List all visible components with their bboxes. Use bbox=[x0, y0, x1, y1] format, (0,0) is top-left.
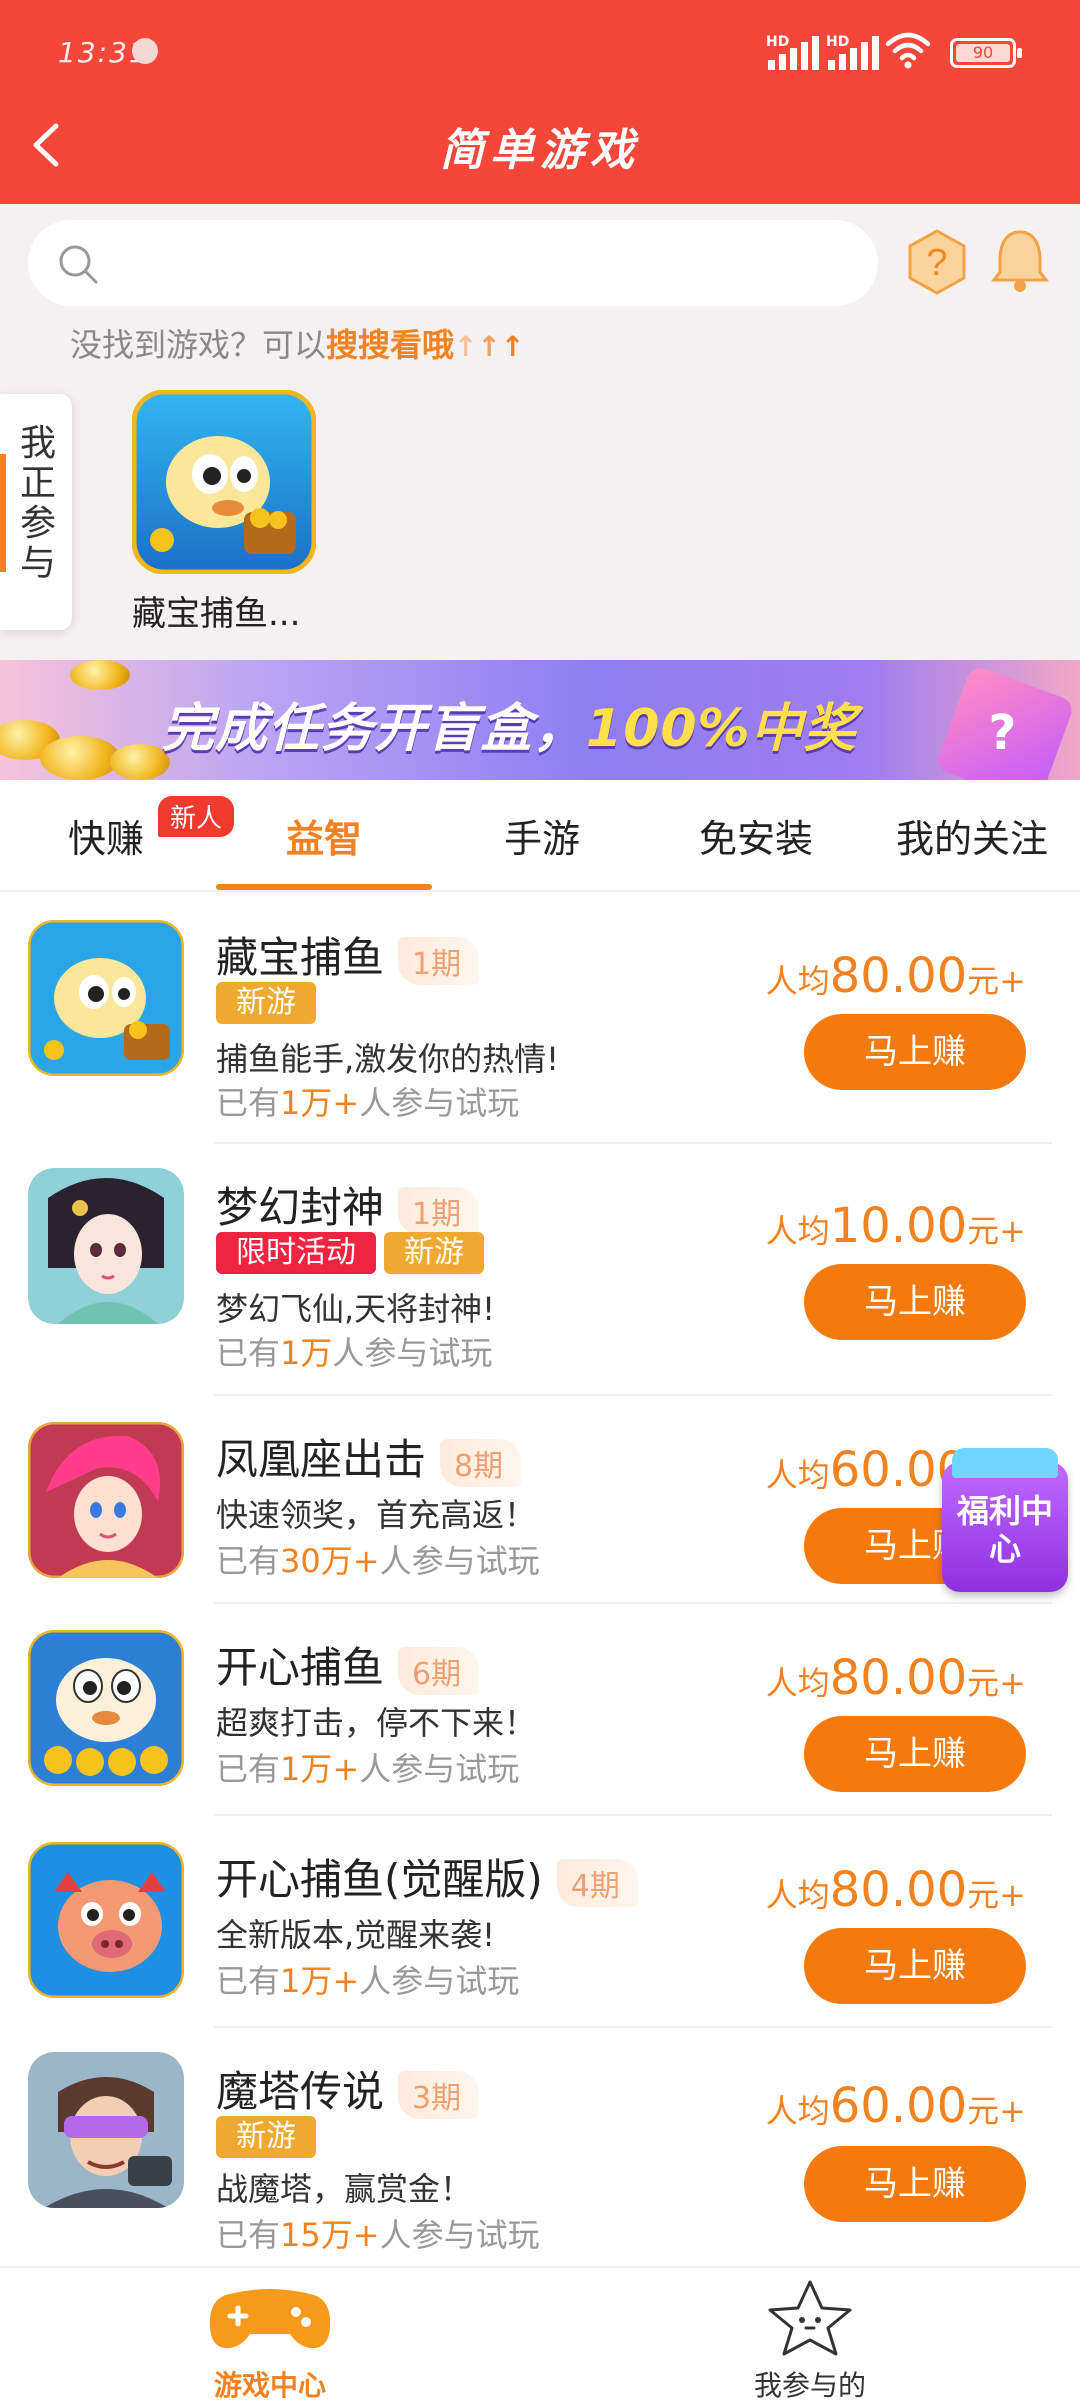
svg-text:?: ? bbox=[926, 242, 947, 284]
game-row[interactable]: 魔塔传说 3期 新游 战魔塔，赢赏金！ 已有15万+人参与试玩 人均60.00元+… bbox=[0, 2028, 1080, 2264]
mystery-box-icon: ? bbox=[934, 664, 1076, 780]
promo-banner[interactable]: 完成任务开盲盒，100%中奖 ? bbox=[0, 660, 1080, 780]
game-players: 已有1万+人参与试玩 bbox=[216, 1750, 520, 1788]
category-tabs: 快赚 新人 益智 手游 免安装 我的关注 bbox=[0, 780, 1080, 892]
bell-icon[interactable] bbox=[988, 226, 1052, 296]
tab-mobile-games[interactable]: 手游 bbox=[442, 808, 642, 863]
arrow-up-icon: ↑ bbox=[477, 330, 501, 363]
help-icon[interactable]: ? bbox=[906, 228, 968, 296]
game-name: 魔塔传说 3期 bbox=[216, 2058, 480, 2119]
welfare-center-button[interactable]: 福利中心 bbox=[942, 1448, 1068, 1592]
game-players: 已有1万+人参与试玩 bbox=[216, 1084, 520, 1122]
page-title: 简单游戏 bbox=[440, 125, 640, 176]
game-row[interactable]: 开心捕鱼 6期 超爽打击，停不下来！ 已有1万+人参与试玩 人均80.00元+ 马… bbox=[0, 1604, 1080, 1816]
tab-no-install[interactable]: 免安装 bbox=[656, 808, 856, 863]
recent-game-label: 藏宝捕鱼... bbox=[132, 594, 301, 634]
reward-amount: 人均60.00元+ bbox=[765, 2078, 1026, 2134]
nav-game-center[interactable]: 游戏中心 bbox=[160, 2278, 380, 2400]
game-players: 已有1万+人参与试玩 bbox=[216, 1962, 520, 2000]
arrow-up-icon: ↑ bbox=[454, 330, 478, 363]
golden-puffer-fish-icon bbox=[28, 920, 184, 1076]
arrow-up-icon: ↑ bbox=[500, 330, 525, 363]
limited-event-tag: 限时活动 bbox=[216, 1232, 376, 1274]
search-icon bbox=[59, 245, 98, 284]
new-game-tag: 新游 bbox=[216, 2116, 316, 2158]
period-badge: 1期 bbox=[398, 936, 480, 985]
period-badge: 8期 bbox=[440, 1438, 522, 1487]
reward-amount: 人均80.00元+ bbox=[765, 948, 1026, 1004]
earn-now-button[interactable]: 马上赚 bbox=[804, 2146, 1026, 2222]
earn-now-button[interactable]: 马上赚 bbox=[804, 1716, 1026, 1792]
new-game-tag: 新游 bbox=[216, 982, 316, 1024]
new-game-tag: 新游 bbox=[384, 1232, 484, 1274]
joined-side-tab-label: 我正参与 bbox=[19, 423, 56, 584]
signal-icon bbox=[768, 36, 823, 70]
reward-amount: 人均80.00元+ bbox=[765, 1650, 1026, 1706]
game-description: 战魔塔，赢赏金！ bbox=[216, 2170, 473, 2208]
recent-game-item[interactable]: 藏宝捕鱼... bbox=[131, 389, 322, 634]
game-description: 捕鱼能手,激发你的热情! bbox=[216, 1040, 560, 1078]
nav-my-participation[interactable]: 我参与的 bbox=[700, 2278, 920, 2400]
hint-text: 没找到游戏？可以 bbox=[70, 326, 327, 364]
period-badge: 6期 bbox=[398, 1646, 480, 1695]
joined-side-tab[interactable]: 我正参与 bbox=[0, 394, 72, 630]
period-badge: 4期 bbox=[556, 1858, 638, 1907]
period-badge: 3期 bbox=[398, 2070, 480, 2119]
game-row[interactable]: 开心捕鱼(觉醒版) 4期 全新版本,觉醒来袭! 已有1万+人参与试玩 人均80.0… bbox=[0, 1816, 1080, 2028]
game-players: 已有1万人参与试玩 bbox=[216, 1334, 493, 1372]
game-players: 已有15万+人参与试玩 bbox=[216, 2216, 540, 2254]
earn-now-button[interactable]: 马上赚 bbox=[804, 1014, 1026, 1090]
new-user-badge: 新人 bbox=[158, 796, 235, 837]
tab-my-follows[interactable]: 我的关注 bbox=[872, 808, 1072, 863]
battery-icon: 90 bbox=[950, 38, 1022, 68]
reward-amount: 人均80.00元+ bbox=[765, 1862, 1026, 1918]
reward-amount: 人均10.00元+ bbox=[765, 1198, 1026, 1254]
notification-app-icon bbox=[132, 38, 158, 64]
pig-fish-icon bbox=[28, 1842, 184, 1998]
nav-my-participation-label: 我参与的 bbox=[753, 2369, 866, 2400]
tab-puzzle[interactable]: 益智 bbox=[224, 808, 424, 863]
search-hint: 没找到游戏？可以搜搜看哦↑↑↑ bbox=[70, 320, 524, 366]
game-name: 开心捕鱼 6期 bbox=[216, 1634, 480, 1695]
wifi-icon bbox=[885, 32, 931, 69]
game-row[interactable]: 凤凰座出击8期 快速领奖，首充高返！ 已有30万+人参与试玩 人均60.00元+… bbox=[0, 1396, 1080, 1604]
golden-puffer-fish-icon bbox=[131, 389, 317, 575]
game-description: 超爽打击，停不下来！ bbox=[216, 1704, 537, 1742]
game-players: 已有30万+人参与试玩 bbox=[216, 1542, 540, 1580]
game-name: 凤凰座出击 8期 bbox=[216, 1426, 522, 1487]
earn-now-button[interactable]: 马上赚 bbox=[804, 1928, 1026, 2004]
status-bar: 13:31 HD HD 90 bbox=[0, 0, 1080, 108]
search-area: ? 没找到游戏？可以搜搜看哦↑↑↑ 我正参与 藏宝捕鱼... bbox=[0, 204, 1080, 660]
gamepad-icon bbox=[209, 2289, 331, 2349]
game-name: 藏宝捕鱼 1期 bbox=[216, 924, 480, 985]
game-description: 全新版本,觉醒来袭! bbox=[216, 1916, 496, 1954]
nav-game-center-label: 游戏中心 bbox=[213, 2369, 326, 2400]
period-badge: 1期 bbox=[398, 1186, 480, 1235]
star-face-icon bbox=[768, 2280, 852, 2356]
game-row[interactable]: 梦幻封神 1期 限时活动 新游 梦幻飞仙,天将封神! 已有1万人参与试玩 人均10.… bbox=[0, 1144, 1080, 1396]
search-input[interactable] bbox=[28, 220, 878, 306]
banner-title: 完成任务开盲盒，100%中奖 bbox=[162, 699, 857, 759]
signal-icon-2 bbox=[828, 36, 883, 70]
pink-hair-hero-icon bbox=[28, 1422, 184, 1578]
fantasy-girl-icon bbox=[28, 1168, 184, 1324]
top-bar: 13:31 HD HD 90 简单游戏 bbox=[0, 0, 1080, 204]
game-name: 开心捕鱼(觉醒版) 4期 bbox=[216, 1846, 638, 1907]
game-row[interactable]: 藏宝捕鱼 1期 新游 捕鱼能手,激发你的热情! 已有1万+人参与试玩 人均80.0… bbox=[0, 894, 1080, 1144]
blue-puffer-fish-icon bbox=[28, 1630, 184, 1786]
game-description: 梦幻飞仙,天将封神! bbox=[216, 1290, 496, 1328]
welfare-center-label: 福利中心 bbox=[956, 1492, 1053, 1568]
hint-search-link[interactable]: 搜搜看哦 bbox=[326, 326, 454, 364]
bottom-nav: 游戏中心 我参与的 bbox=[0, 2266, 1080, 2400]
game-name: 梦幻封神 1期 bbox=[216, 1174, 480, 1235]
battery-level: 90 bbox=[972, 43, 994, 62]
tower-warrior-icon bbox=[28, 2052, 184, 2208]
earn-now-button[interactable]: 马上赚 bbox=[804, 1264, 1026, 1340]
active-tab-indicator bbox=[216, 884, 432, 890]
game-description: 快速领奖，首充高返！ bbox=[216, 1496, 537, 1534]
